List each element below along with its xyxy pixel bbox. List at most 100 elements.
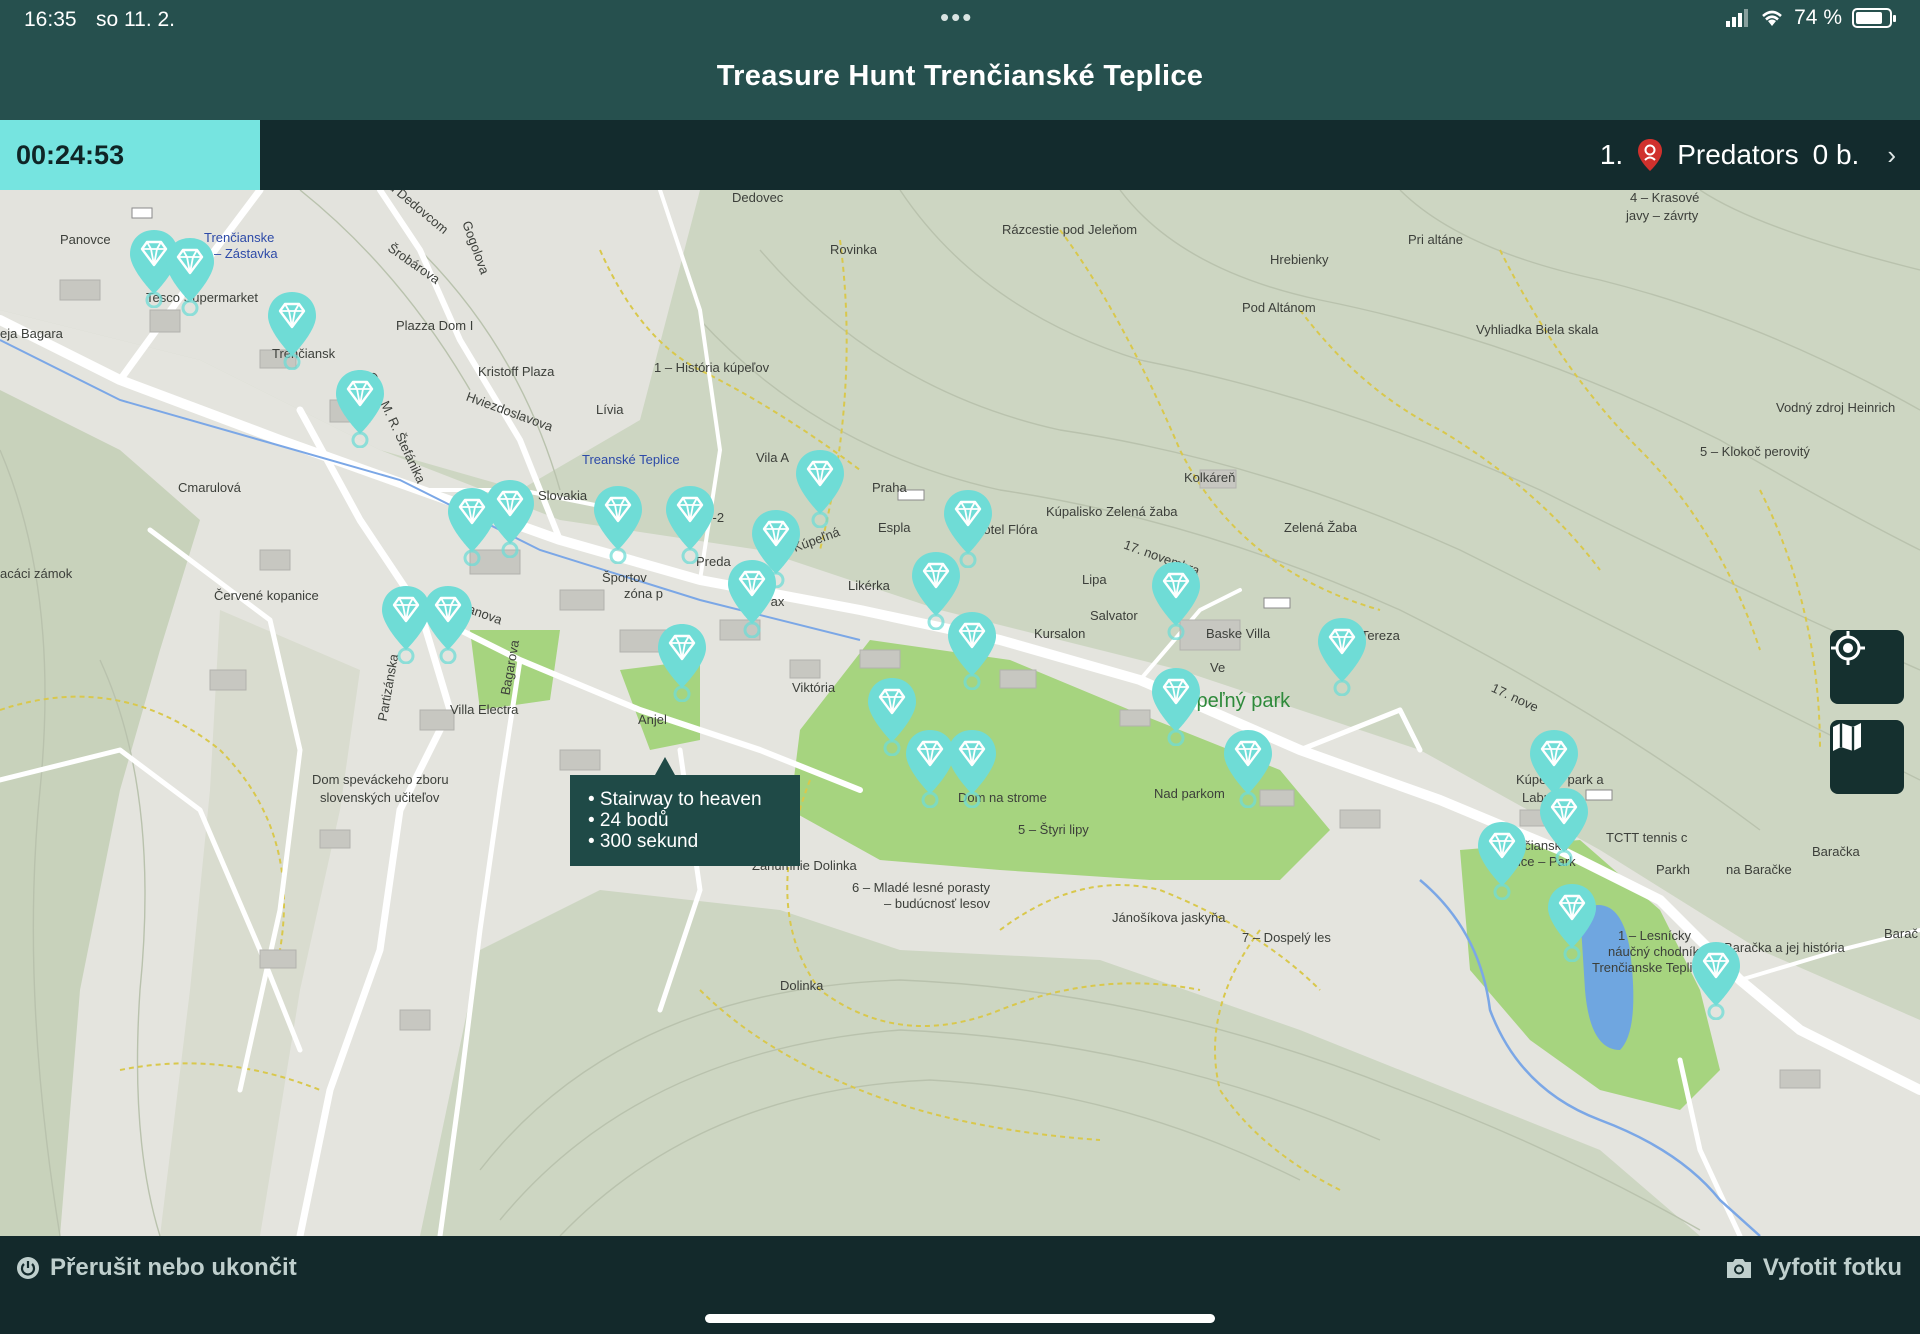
status-indicators: 74 % [1726, 6, 1896, 30]
map-label: Viktória [792, 680, 836, 695]
map-label: Zelená Žaba [1284, 520, 1357, 535]
map-label: Rovinka [830, 242, 877, 257]
diamond-icon [1152, 562, 1200, 640]
map-label: Salvator [1090, 608, 1138, 623]
power-icon [17, 1257, 39, 1279]
map-label: Treanské Teplice [582, 452, 680, 467]
treasure-pin[interactable] [421, 584, 475, 664]
map-label: slovenských učiteľov [320, 790, 440, 805]
treasure-pin[interactable] [1149, 666, 1203, 746]
map-label: Slovakia [538, 488, 588, 503]
team-ranking-button[interactable]: 1. Predators 0 b. › [1600, 120, 1896, 190]
diamond-icon [1548, 884, 1596, 962]
location-pin-icon [1638, 139, 1663, 171]
map-label: Kristoff Plaza [478, 364, 555, 379]
map-label: náučný chodník [1608, 944, 1700, 959]
map-label: Baske Villa [1206, 626, 1271, 641]
treasure-pin[interactable] [333, 368, 387, 448]
treasure-pin[interactable] [663, 484, 717, 564]
diamond-icon [1540, 788, 1588, 866]
map-label: Vyhliadka Biela skala [1476, 322, 1599, 337]
treasure-pin[interactable] [1689, 940, 1743, 1020]
multitask-dots-icon[interactable]: ••• [940, 2, 973, 33]
checkpoint-tooltip[interactable]: • Stairway to heaven • 24 bodů • 300 sek… [570, 757, 800, 866]
treasure-pin[interactable] [1315, 616, 1369, 696]
treasure-pin[interactable] [265, 290, 319, 370]
home-indicator[interactable] [705, 1314, 1215, 1323]
map-label: Lipa [1082, 572, 1107, 587]
map-label: Panovce [60, 232, 111, 247]
diamond-icon [1318, 618, 1366, 696]
crosshair-icon [1831, 631, 1865, 665]
diamond-icon [666, 486, 714, 564]
diamond-icon [268, 292, 316, 370]
map-label: Dolinka [780, 978, 824, 993]
diamond-icon [948, 730, 996, 808]
team-name: Predators [1677, 139, 1799, 170]
map-label: Pod Altánom [1242, 300, 1316, 315]
status-time: 16:35 [24, 8, 77, 31]
map-label: Baračka [1812, 844, 1860, 859]
map-label: Cmarulová [178, 480, 241, 495]
battery-percent: 74 % [1794, 6, 1842, 29]
diamond-icon [1692, 942, 1740, 1020]
locate-me-button[interactable] [1830, 630, 1904, 704]
map-label: javy – závrty [1626, 208, 1699, 223]
interrupt-label: Přerušit nebo ukončit [50, 1254, 297, 1281]
map-label: Ve [1210, 660, 1226, 675]
diamond-icon [1224, 730, 1272, 808]
diamond-icon [336, 370, 384, 448]
treasure-pin[interactable] [725, 558, 779, 638]
treasure-pin[interactable] [1537, 786, 1591, 866]
map-view[interactable]: Panovce Trenčianske – Zástavka Tesco Sup… [0, 190, 1920, 1236]
take-photo-button[interactable]: Vyfotit fotku [1725, 1254, 1902, 1282]
wifi-icon [1762, 10, 1782, 26]
map-label: Kolkáreň [1184, 470, 1236, 485]
treasure-pin[interactable] [1545, 882, 1599, 962]
map-label: Praha [872, 480, 907, 495]
map-label: Dom speváckeho zboru [312, 772, 449, 787]
photo-label: Vyfotit fotku [1762, 1254, 1902, 1281]
app-screen: 16:35 so 11. 2. ••• 74 % Treasure Hunt T… [0, 0, 1920, 1334]
treasure-pin[interactable] [483, 478, 537, 558]
camera-icon [1726, 1259, 1751, 1278]
map-label: Dedovec [732, 190, 784, 205]
treasure-pin[interactable] [1221, 728, 1275, 808]
interrupt-button[interactable]: Přerušit nebo ukončit [16, 1254, 297, 1282]
treasure-pin[interactable] [945, 610, 999, 690]
map-label: Pri altáne [1408, 232, 1463, 247]
treasure-pin[interactable] [655, 622, 709, 702]
treasure-pin[interactable] [163, 236, 217, 316]
map-label: 4 – Krasové [1630, 190, 1700, 205]
diamond-icon [1478, 822, 1526, 900]
map-label: Vila A [756, 450, 790, 465]
tooltip-line-name: • Stairway to heaven [588, 789, 762, 810]
treasure-pin[interactable] [591, 484, 645, 564]
map-label: Barač [1884, 926, 1918, 941]
team-score: 0 b. [1812, 139, 1860, 170]
team-rank: 1. [1599, 139, 1624, 170]
map-label: TCTT tennis c [1606, 830, 1688, 845]
treasure-pin[interactable] [1475, 820, 1529, 900]
map-icon [1833, 723, 1861, 751]
diamond-icon [1152, 668, 1200, 746]
map-label: acáci zámok [0, 566, 73, 581]
map-label: Villa Electra [450, 702, 519, 717]
map-label: Jánošíkova jaskyňa [1112, 910, 1226, 925]
page-title: Treasure Hunt Trenčianské Teplice [716, 60, 1204, 92]
map-label: Kursalon [1034, 626, 1086, 641]
treasure-pin[interactable] [1149, 560, 1203, 640]
diamond-icon [594, 486, 642, 564]
diamond-icon [728, 560, 776, 638]
footer-bar: Přerušit nebo ukončit Vyfotit fotku [0, 1236, 1920, 1334]
tooltip-line-points: • 24 bodů [588, 810, 669, 831]
map-label: – Zástavka [214, 246, 278, 261]
signal-icon [1726, 9, 1749, 27]
map-label: na Baračke [1726, 862, 1792, 877]
diamond-icon [424, 586, 472, 664]
treasure-pin[interactable] [945, 728, 999, 808]
map-label: 1 – História kúpeľov [654, 360, 770, 375]
map-label: Červené kopanice [214, 588, 319, 603]
map-layers-button[interactable] [1830, 720, 1904, 794]
map-label: Esplа [878, 520, 911, 535]
